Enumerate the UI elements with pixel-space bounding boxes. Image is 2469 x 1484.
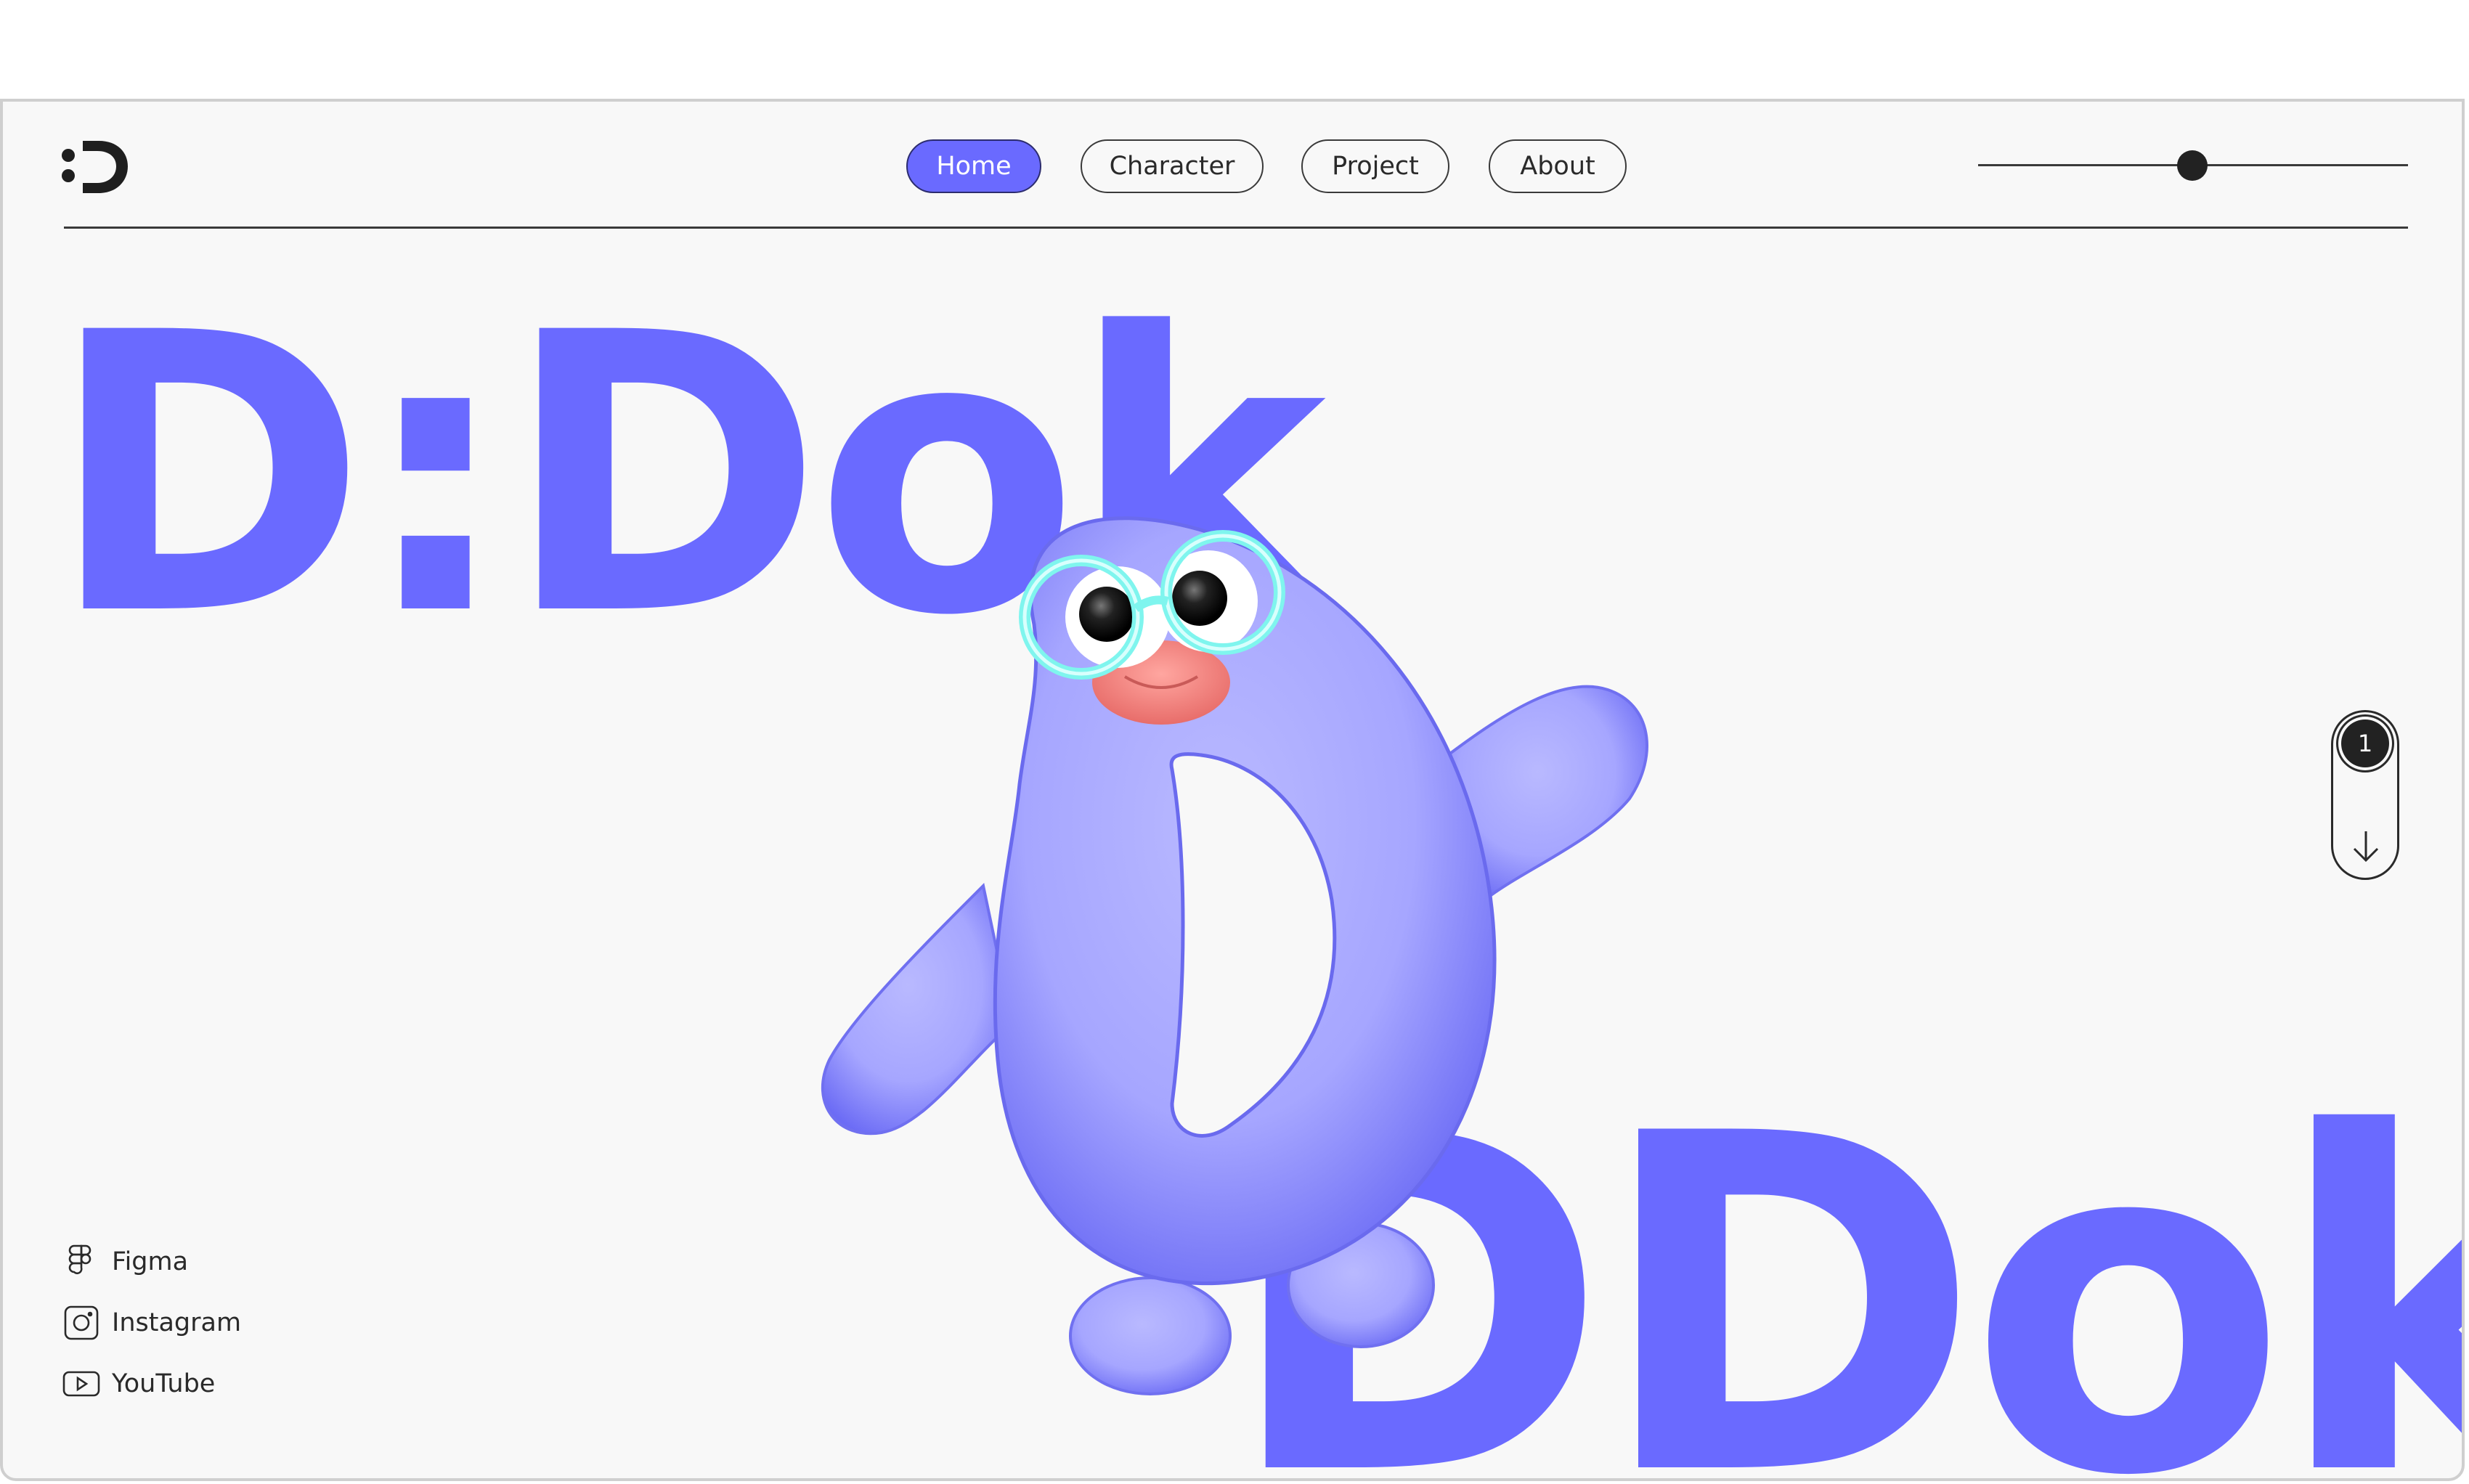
social-label-figma: Figma	[112, 1247, 189, 1276]
page-frame: Home Character Project About D:Dok DDok	[0, 99, 2465, 1481]
figma-icon	[68, 1244, 91, 1275]
instagram-icon	[64, 1305, 99, 1340]
social-link-youtube[interactable]: YouTube	[61, 1363, 215, 1404]
social-label-youtube: YouTube	[112, 1369, 216, 1398]
nav-project-button[interactable]: Project	[1301, 139, 1449, 193]
arrow-down-icon[interactable]	[2351, 828, 2380, 865]
header-divider	[64, 227, 2408, 229]
logo-icon[interactable]	[61, 134, 131, 199]
nav-character-button[interactable]: Character	[1081, 139, 1264, 193]
social-label-instagram: Instagram	[112, 1308, 242, 1337]
page-number-badge: 1	[2341, 719, 2389, 767]
social-link-figma[interactable]: Figma	[61, 1242, 188, 1282]
youtube-icon	[62, 1371, 100, 1397]
social-link-instagram[interactable]: Instagram	[61, 1302, 241, 1343]
page-indicator[interactable]: 1	[2331, 710, 2399, 880]
slider-thumb[interactable]	[2177, 150, 2208, 181]
nav-about-button[interactable]: About	[1489, 139, 1627, 193]
ddok-character-illustration	[821, 516, 1648, 1395]
nav-home-button[interactable]: Home	[906, 139, 1041, 193]
